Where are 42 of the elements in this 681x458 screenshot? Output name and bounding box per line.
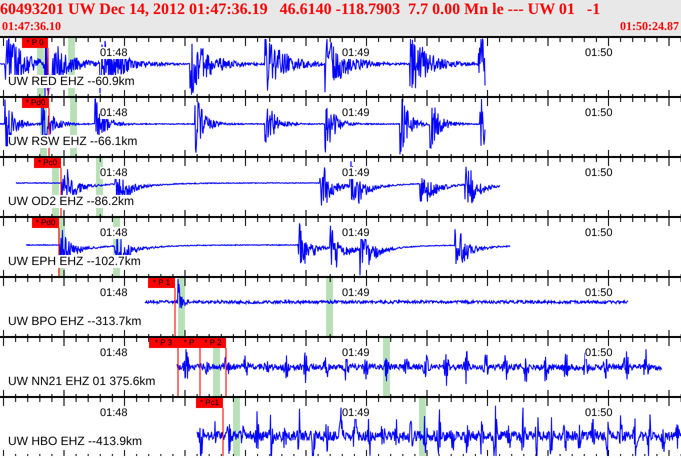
time-label: 01:48 [100, 47, 128, 59]
phase-pick-label[interactable]: * P 2 [200, 338, 226, 348]
time-label: 01:49 [342, 47, 370, 59]
end-time: 01:50:24.87 [620, 19, 679, 34]
event-title: 60493201 UW Dec 14, 2012 01:47:36.19 46.6140 -118.7903 7.7 0.00 Mn le --- UW 01 -1 [0, 0, 602, 19]
phase-pick-label[interactable]: * P 0 [22, 38, 48, 48]
phase-pick-label[interactable]: * Pd0 [32, 218, 59, 228]
phase-pick-label[interactable]: * P 1 [148, 278, 175, 288]
phase-pick-label[interactable]: * P 3 [149, 338, 178, 348]
time-label: 01:50 [585, 47, 613, 59]
time-label: 01:50 [585, 167, 613, 179]
time-label: 01:50 [585, 407, 613, 419]
station-label: UW NN21 EHZ 01 375.6km [8, 375, 156, 388]
time-label: 01:50 [585, 287, 613, 299]
phase-pick-label[interactable]: * Pd0 [22, 98, 49, 108]
station-label: UW OD2 EHZ --86.2km [8, 195, 134, 208]
time-label: 01:48 [100, 107, 128, 119]
start-time: 01:47:36.10 [2, 19, 61, 34]
time-label: 01:48 [100, 167, 128, 179]
time-label: 01:49 [342, 167, 370, 179]
time-label: 01:49 [342, 227, 370, 239]
time-label: 01:48 [100, 287, 128, 299]
time-label: 01:48 [100, 227, 128, 239]
station-label: UW BPO EHZ --313.7km [8, 315, 142, 328]
time-label: 01:48 [100, 347, 128, 359]
time-label: 01:50 [585, 347, 613, 359]
time-label: 01:49 [342, 107, 370, 119]
time-label: 01:50 [585, 107, 613, 119]
time-label: 01:49 [342, 407, 370, 419]
time-label: 01:49 [342, 347, 370, 359]
phase-pick-label[interactable]: * Pc1 [196, 398, 223, 408]
time-label: 01:48 [100, 407, 128, 419]
phase-pick-label[interactable]: * P [178, 338, 200, 348]
time-label: 01:50 [585, 227, 613, 239]
phase-window-band [326, 278, 333, 336]
station-label: UW HBO EHZ --413.9km [8, 435, 142, 448]
phase-pick-label[interactable]: * Pc0 [34, 158, 61, 168]
phase-window-band [233, 398, 240, 456]
time-label: 01:49 [342, 287, 370, 299]
station-label: UW RED EHZ --60.9km [8, 75, 135, 88]
station-label: UW EPH EHZ --102.7km [8, 255, 141, 268]
station-label: UW RSW EHZ --66.1km [8, 135, 138, 148]
